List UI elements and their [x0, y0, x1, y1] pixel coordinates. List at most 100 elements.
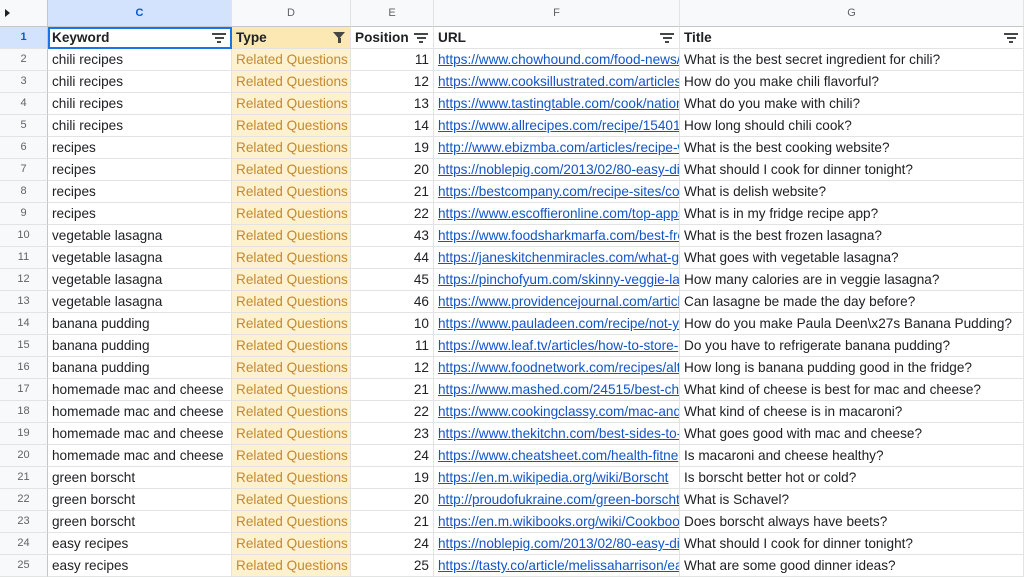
- cell-url[interactable]: https://tasty.co/article/melissaharrison…: [434, 555, 680, 577]
- row-header[interactable]: 14: [0, 313, 48, 335]
- cell-url[interactable]: https://www.foodnetwork.com/recipes/alt: [434, 357, 680, 379]
- cell-url[interactable]: https://www.leaf.tv/articles/how-to-stor…: [434, 335, 680, 357]
- cell-title[interactable]: What kind of cheese is best for mac and …: [680, 379, 1024, 401]
- cell-title[interactable]: What should I cook for dinner tonight?: [680, 159, 1024, 181]
- cell-url[interactable]: https://janeskitchenmiracles.com/what-g: [434, 247, 680, 269]
- cell-title[interactable]: How many calories are in veggie lasagna?: [680, 269, 1024, 291]
- row-header[interactable]: 8: [0, 181, 48, 203]
- cell-title[interactable]: Is borscht better hot or cold?: [680, 467, 1024, 489]
- row-header[interactable]: 19: [0, 423, 48, 445]
- cell-url[interactable]: https://www.escoffieronline.com/top-apps: [434, 203, 680, 225]
- row-header[interactable]: 12: [0, 269, 48, 291]
- row-header[interactable]: 1: [0, 27, 48, 49]
- cell-title[interactable]: Is macaroni and cheese healthy?: [680, 445, 1024, 467]
- cell-url[interactable]: https://www.providencejournal.com/articl: [434, 291, 680, 313]
- cell-type[interactable]: Related Questions: [232, 313, 351, 335]
- cell-position[interactable]: 24: [351, 445, 434, 467]
- cell-title[interactable]: What should I cook for dinner tonight?: [680, 533, 1024, 555]
- funnel-icon[interactable]: [333, 32, 345, 43]
- cell-url[interactable]: https://pinchofyum.com/skinny-veggie-la: [434, 269, 680, 291]
- cell-type[interactable]: Related Questions: [232, 533, 351, 555]
- cell-type[interactable]: Related Questions: [232, 269, 351, 291]
- cell-type[interactable]: Related Questions: [232, 555, 351, 577]
- cell-position[interactable]: 12: [351, 71, 434, 93]
- row-header[interactable]: 25: [0, 555, 48, 577]
- cell-keyword[interactable]: green borscht: [48, 511, 232, 533]
- cell-position[interactable]: 11: [351, 335, 434, 357]
- row-header[interactable]: 13: [0, 291, 48, 313]
- cell-title[interactable]: Do you have to refrigerate banana puddin…: [680, 335, 1024, 357]
- cell-position[interactable]: 13: [351, 93, 434, 115]
- cell-position[interactable]: 12: [351, 357, 434, 379]
- cell-title[interactable]: What is the best secret ingredient for c…: [680, 49, 1024, 71]
- filter-icon[interactable]: [660, 33, 674, 43]
- row-header[interactable]: 21: [0, 467, 48, 489]
- cell-position[interactable]: 20: [351, 489, 434, 511]
- cell-keyword[interactable]: vegetable lasagna: [48, 225, 232, 247]
- header-cell-position[interactable]: Position: [351, 27, 434, 49]
- cell-type[interactable]: Related Questions: [232, 159, 351, 181]
- cell-title[interactable]: What goes with vegetable lasagna?: [680, 247, 1024, 269]
- cell-url[interactable]: https://www.mashed.com/24515/best-ch: [434, 379, 680, 401]
- cell-url[interactable]: https://www.allrecipes.com/recipe/15401: [434, 115, 680, 137]
- cell-type[interactable]: Related Questions: [232, 137, 351, 159]
- cell-position[interactable]: 11: [351, 49, 434, 71]
- cell-keyword[interactable]: easy recipes: [48, 555, 232, 577]
- cell-position[interactable]: 21: [351, 379, 434, 401]
- cell-url[interactable]: https://bestcompany.com/recipe-sites/co: [434, 181, 680, 203]
- row-header[interactable]: 7: [0, 159, 48, 181]
- column-header-f[interactable]: F: [434, 0, 680, 27]
- row-header[interactable]: 3: [0, 71, 48, 93]
- row-header[interactable]: 4: [0, 93, 48, 115]
- cell-title[interactable]: What is in my fridge recipe app?: [680, 203, 1024, 225]
- cell-title[interactable]: How long should chili cook?: [680, 115, 1024, 137]
- select-all-corner[interactable]: [0, 0, 48, 27]
- cell-keyword[interactable]: homemade mac and cheese: [48, 423, 232, 445]
- cell-url[interactable]: https://www.pauladeen.com/recipe/not-y: [434, 313, 680, 335]
- cell-keyword[interactable]: green borscht: [48, 489, 232, 511]
- cell-keyword[interactable]: green borscht: [48, 467, 232, 489]
- header-cell-type[interactable]: Type: [232, 27, 351, 49]
- row-header[interactable]: 2: [0, 49, 48, 71]
- row-header[interactable]: 6: [0, 137, 48, 159]
- cell-keyword[interactable]: banana pudding: [48, 357, 232, 379]
- filter-icon[interactable]: [1004, 33, 1018, 43]
- cell-type[interactable]: Related Questions: [232, 115, 351, 137]
- column-header-d[interactable]: D: [232, 0, 351, 27]
- cell-type[interactable]: Related Questions: [232, 467, 351, 489]
- cell-position[interactable]: 43: [351, 225, 434, 247]
- cell-keyword[interactable]: homemade mac and cheese: [48, 445, 232, 467]
- cell-type[interactable]: Related Questions: [232, 181, 351, 203]
- cell-url[interactable]: https://en.m.wikibooks.org/wiki/Cookboo: [434, 511, 680, 533]
- cell-title[interactable]: Can lasagne be made the day before?: [680, 291, 1024, 313]
- cell-position[interactable]: 46: [351, 291, 434, 313]
- cell-position[interactable]: 21: [351, 181, 434, 203]
- cell-position[interactable]: 45: [351, 269, 434, 291]
- cell-keyword[interactable]: recipes: [48, 203, 232, 225]
- row-header[interactable]: 17: [0, 379, 48, 401]
- cell-type[interactable]: Related Questions: [232, 225, 351, 247]
- cell-position[interactable]: 14: [351, 115, 434, 137]
- row-header[interactable]: 23: [0, 511, 48, 533]
- row-header[interactable]: 22: [0, 489, 48, 511]
- cell-type[interactable]: Related Questions: [232, 335, 351, 357]
- header-cell-keyword[interactable]: Keyword: [48, 27, 232, 49]
- cell-position[interactable]: 10: [351, 313, 434, 335]
- column-header-c[interactable]: C: [48, 0, 232, 27]
- column-header-g[interactable]: G: [680, 0, 1024, 27]
- row-header[interactable]: 18: [0, 401, 48, 423]
- cell-position[interactable]: 22: [351, 401, 434, 423]
- cell-url[interactable]: https://www.cooksillustrated.com/article…: [434, 71, 680, 93]
- row-header[interactable]: 24: [0, 533, 48, 555]
- cell-position[interactable]: 24: [351, 533, 434, 555]
- cell-keyword[interactable]: banana pudding: [48, 313, 232, 335]
- cell-type[interactable]: Related Questions: [232, 291, 351, 313]
- cell-type[interactable]: Related Questions: [232, 379, 351, 401]
- cell-keyword[interactable]: chili recipes: [48, 71, 232, 93]
- cell-type[interactable]: Related Questions: [232, 423, 351, 445]
- row-header[interactable]: 9: [0, 203, 48, 225]
- cell-keyword[interactable]: recipes: [48, 159, 232, 181]
- cell-type[interactable]: Related Questions: [232, 489, 351, 511]
- cell-position[interactable]: 23: [351, 423, 434, 445]
- cell-type[interactable]: Related Questions: [232, 445, 351, 467]
